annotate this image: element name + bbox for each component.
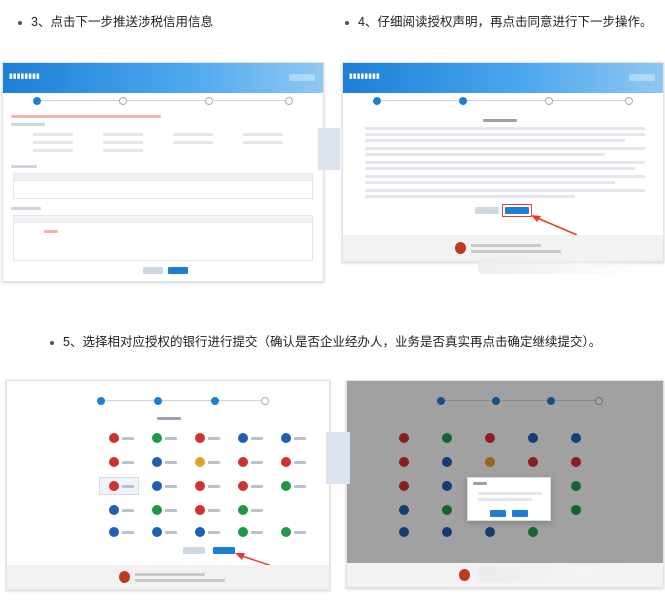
record-table bbox=[13, 215, 313, 261]
confirm-button[interactable] bbox=[490, 510, 506, 517]
bank-logo-icon[interactable] bbox=[238, 527, 248, 537]
statement-title bbox=[483, 119, 517, 122]
section-title bbox=[11, 123, 45, 126]
progress-steps bbox=[373, 97, 633, 105]
bank-logo-icon[interactable] bbox=[152, 527, 162, 537]
bank-logo-icon[interactable] bbox=[281, 481, 291, 491]
screenshot-bank-select bbox=[6, 380, 330, 590]
submit-button[interactable] bbox=[213, 547, 235, 554]
step-4-caption: 4、仔细阅读授权声明，再点击同意进行下一步操作。 bbox=[345, 11, 652, 30]
cancel-button[interactable] bbox=[512, 510, 528, 517]
cancel-button[interactable] bbox=[475, 207, 499, 214]
bank-logo-icon[interactable] bbox=[109, 527, 119, 537]
bank-logo-icon[interactable] bbox=[238, 433, 248, 443]
national-emblem-icon bbox=[119, 571, 130, 583]
bank-logo-icon[interactable] bbox=[109, 481, 119, 491]
bank-logo-icon[interactable] bbox=[152, 433, 162, 443]
screenshot-tax-info: ▮▮▮▮▮▮▮▮ bbox=[2, 62, 324, 282]
step-4-text: 4、仔细阅读授权声明，再点击同意进行下一步操作。 bbox=[358, 15, 653, 29]
bank-logo-icon[interactable] bbox=[152, 481, 162, 491]
watermark-blur bbox=[478, 258, 648, 274]
site-logo: ▮▮▮▮▮▮▮▮ bbox=[349, 73, 380, 80]
step-5-text: 5、选择相对应授权的银行进行提交（确认是否企业经办人，业务是否真实再点击确定继续… bbox=[63, 335, 602, 349]
credit-table bbox=[13, 173, 313, 199]
bank-logo-icon[interactable] bbox=[195, 433, 205, 443]
bank-list-title bbox=[157, 417, 181, 420]
bank-logo-icon[interactable] bbox=[109, 433, 119, 443]
confirm-dialog bbox=[467, 477, 551, 521]
national-emblem-icon bbox=[459, 569, 470, 581]
bank-logo-icon[interactable] bbox=[238, 505, 248, 515]
bank-logo-icon[interactable] bbox=[281, 457, 291, 467]
mosaic-mask bbox=[326, 432, 350, 484]
step-3-text: 3、点击下一步推送涉税信用信息 bbox=[31, 15, 213, 29]
progress-steps bbox=[33, 97, 293, 105]
bank-logo-icon[interactable] bbox=[152, 457, 162, 467]
bank-logo-icon[interactable] bbox=[195, 527, 205, 537]
national-emblem-icon bbox=[455, 242, 466, 254]
bank-logo-icon[interactable] bbox=[195, 457, 205, 467]
screenshot-confirm-dialog bbox=[346, 380, 664, 588]
progress-steps bbox=[97, 397, 269, 405]
site-logo: ▮▮▮▮▮▮▮▮ bbox=[9, 73, 40, 80]
bank-logo-icon[interactable] bbox=[195, 481, 205, 491]
mosaic-mask bbox=[318, 128, 340, 170]
bank-logo-icon[interactable] bbox=[109, 505, 119, 515]
agree-highlight bbox=[502, 204, 532, 217]
next-button[interactable] bbox=[168, 267, 188, 274]
tutorial-page: 3、点击下一步推送涉税信用信息 4、仔细阅读授权声明，再点击同意进行下一步操作。… bbox=[0, 0, 665, 600]
watermark-blur bbox=[478, 566, 648, 582]
bank-logo-icon[interactable] bbox=[195, 505, 205, 515]
bank-logo-icon[interactable] bbox=[152, 505, 162, 515]
bank-logo-icon[interactable] bbox=[281, 527, 291, 537]
site-header: ▮▮▮▮▮▮▮▮ bbox=[343, 63, 663, 93]
bank-logo-icon[interactable] bbox=[238, 457, 248, 467]
bank-logo-icon[interactable] bbox=[109, 457, 119, 467]
step-3-caption: 3、点击下一步推送涉税信用信息 bbox=[18, 11, 213, 30]
screenshot-authorization: ▮▮▮▮▮▮▮▮ bbox=[342, 62, 664, 262]
prev-button[interactable] bbox=[183, 547, 205, 554]
footer bbox=[7, 565, 329, 589]
user-menu bbox=[289, 74, 315, 81]
bank-logo-icon[interactable] bbox=[281, 433, 291, 443]
bank-logo-icon[interactable] bbox=[238, 481, 248, 491]
notice-line bbox=[11, 115, 161, 118]
site-header: ▮▮▮▮▮▮▮▮ bbox=[3, 63, 323, 93]
user-menu bbox=[629, 74, 655, 81]
step-5-caption: 5、选择相对应授权的银行进行提交（确认是否企业经办人，业务是否真实再点击确定继续… bbox=[50, 331, 601, 350]
